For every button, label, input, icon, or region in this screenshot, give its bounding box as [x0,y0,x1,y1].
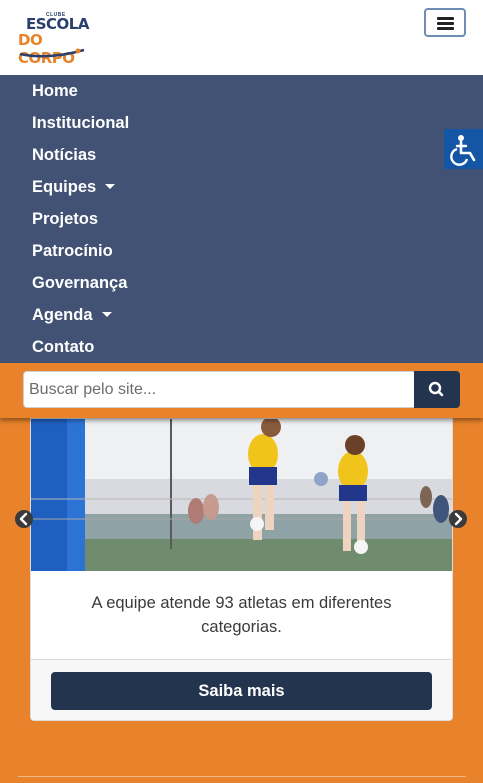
main-nav: Home Institucional Notícias Equipes Proj… [0,75,483,363]
card-footer: Saiba mais [31,659,452,720]
accessibility-button[interactable] [444,129,483,169]
wheelchair-accessibility-icon [450,135,476,166]
volleyball-players-photo [31,419,452,571]
nav-item-equipes[interactable]: Equipes [32,171,116,203]
nav-item-patrocinio[interactable]: Patrocínio [32,235,113,267]
caret-down-icon [105,184,116,189]
nav-item-contato[interactable]: Contato [32,331,94,363]
search-bar [0,363,483,418]
nav-item-noticias[interactable]: Notícias [32,139,96,171]
nav-item-home[interactable]: Home [32,75,78,107]
nav-item-projetos[interactable]: Projetos [32,203,98,235]
nav-item-governanca[interactable]: Governança [32,267,127,299]
top-header: CLUBE ESCOLA DO CORPO [0,0,483,75]
saiba-mais-button[interactable]: Saiba mais [51,672,432,710]
logo-swoosh-icon [19,48,85,58]
carousel-next-button[interactable] [448,509,468,529]
footer-divider [18,776,466,777]
card-description: A equipe atende 93 atletas em diferentes… [91,594,392,636]
carousel-card: A equipe atende 93 atletas em diferentes… [30,418,453,721]
search-button[interactable] [414,371,460,408]
escola-do-corpo-logo[interactable]: CLUBE ESCOLA DO CORPO [18,12,89,67]
caret-down-icon [101,312,112,317]
nav-item-agenda[interactable]: Agenda [32,299,112,331]
menu-toggle-button[interactable] [424,8,466,37]
search-icon [428,381,444,397]
carousel-prev-button[interactable] [14,509,34,529]
search-input[interactable] [23,371,415,408]
nav-item-institucional[interactable]: Institucional [32,107,129,139]
